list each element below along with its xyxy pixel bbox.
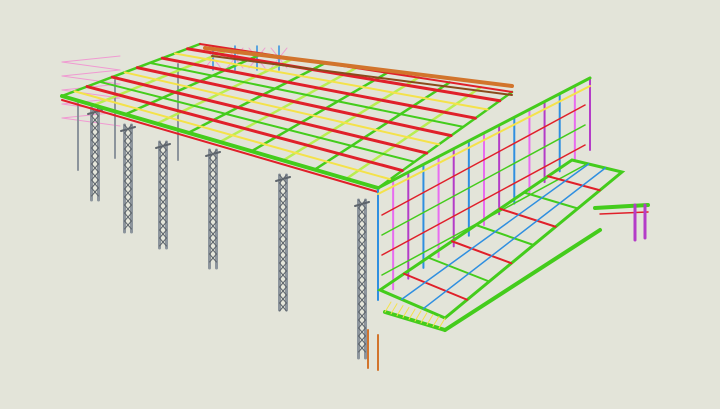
model-viewport[interactable] — [0, 0, 720, 405]
steel-structure-model — [0, 0, 720, 405]
